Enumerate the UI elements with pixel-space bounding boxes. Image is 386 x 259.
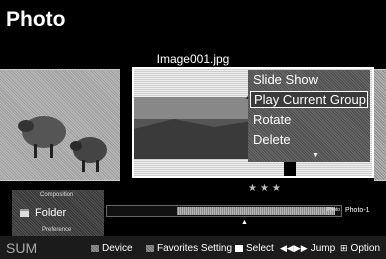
menu-item-play-current-group[interactable]: Play Current Group <box>250 91 368 108</box>
favorites-setting-button[interactable]: Favorites Setting <box>146 243 232 254</box>
favorites-key-icon <box>146 245 154 252</box>
tools-icon: ⊞ <box>340 243 348 253</box>
composition-label: Composition <box>40 192 74 198</box>
jump-arrows-icon: ◀◀▶▶ <box>280 243 308 253</box>
option-button[interactable]: ⊞ Option <box>340 243 380 254</box>
next-photo-thumbnail[interactable] <box>374 69 386 181</box>
jump-label: Jump <box>310 243 336 254</box>
group-timeline[interactable]: Photo <box>106 205 342 217</box>
current-group-label: Photo-1 <box>345 207 370 214</box>
jump-button[interactable]: ◀◀▶▶ Jump <box>280 243 335 254</box>
group-timeline-fill: Photo <box>177 207 340 215</box>
select-label: Select <box>246 243 274 254</box>
sheep-image <box>18 116 107 172</box>
device-label: Device <box>102 243 133 254</box>
option-menu: Slide Show Play Current Group Rotate Del… <box>248 70 370 162</box>
select-key-icon <box>235 245 243 252</box>
sum-logo: SUM <box>6 240 38 256</box>
sort-panel: Composition Folder Preference <box>12 190 104 236</box>
sort-folder-button[interactable]: Folder <box>20 207 66 219</box>
scroll-down-icon[interactable]: ▼ <box>312 152 319 159</box>
menu-item-rotate[interactable]: Rotate <box>250 111 291 128</box>
footer-bar: SUM Device Favorites Setting Select ◀◀▶▶… <box>0 236 386 259</box>
rating-stars: ★★★ <box>248 183 284 194</box>
image-filename: Image001.jpg <box>156 52 230 66</box>
menu-item-delete[interactable]: Delete <box>250 131 291 148</box>
preference-label: Preference <box>42 227 72 233</box>
folder-icon <box>20 209 29 217</box>
folder-label: Folder <box>35 207 67 219</box>
option-label: Option <box>350 243 381 254</box>
favorites-label: Favorites Setting <box>157 243 233 254</box>
menu-item-slide-show[interactable]: Slide Show <box>250 71 318 88</box>
timeline-marker-icon: ▲ <box>241 219 248 226</box>
timeline-label: Photo <box>327 207 341 213</box>
device-key-icon <box>91 245 99 252</box>
select-button[interactable]: Select <box>235 243 274 254</box>
page-title: Photo <box>6 8 66 31</box>
previous-photo-thumbnail[interactable] <box>0 69 120 181</box>
device-button[interactable]: Device <box>91 243 133 254</box>
